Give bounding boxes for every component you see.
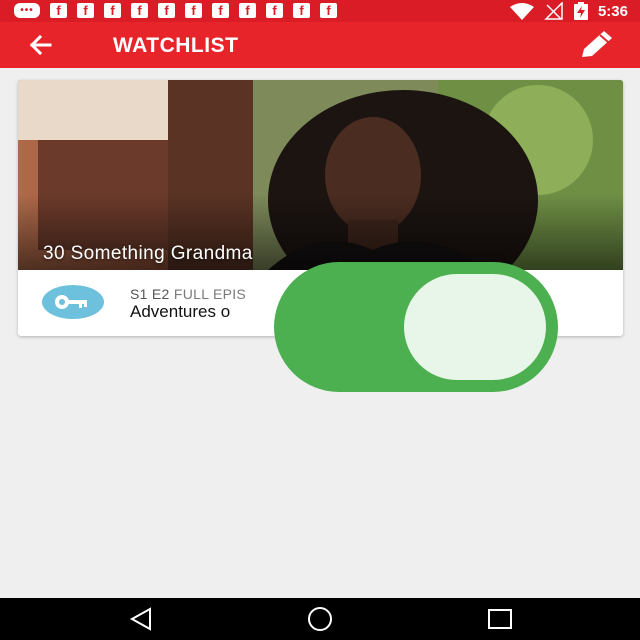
toggle-knob[interactable] [404,274,546,380]
facebook-icon: f [293,3,310,18]
facebook-icon: f [77,3,94,18]
episode-name: Adventures o [130,302,231,321]
page-title: WATCHLIST [113,34,239,57]
nav-recents-button[interactable] [485,606,515,632]
nav-back-button[interactable] [126,606,156,632]
facebook-icon: f [104,3,121,18]
edit-button[interactable] [578,29,618,61]
facebook-icon: f [266,3,283,18]
no-signal-icon [544,2,563,20]
navigation-bar [0,598,640,640]
pencil-icon [582,31,612,57]
facebook-icon: f [239,3,256,18]
key-icon [55,295,87,309]
show-thumbnail-image [18,80,623,270]
battery-charging-icon [573,2,588,20]
key-badge [42,285,104,319]
notification-icons: ••• f f f f f f f f f f f [14,3,337,18]
facebook-icon: f [320,3,337,18]
home-icon [308,607,332,631]
episode-code: S1 E2 [130,286,170,302]
episode-code-line: S1 E2 FULL EPIS [130,286,246,302]
recents-icon [488,609,512,629]
show-title: 30 Something Grandma [43,243,253,264]
back-button[interactable] [26,31,58,59]
back-icon [129,607,151,631]
facebook-icon: f [185,3,202,18]
wifi-icon [509,2,534,20]
show-thumbnail[interactable]: 30 Something Grandma [18,80,623,270]
episode-type: FULL EPIS [173,286,247,302]
status-time: 5:36 [597,2,628,20]
toggle-switch[interactable] [274,262,558,392]
message-icon: ••• [14,3,40,18]
nav-home-button[interactable] [305,606,335,632]
facebook-icon: f [158,3,175,18]
back-arrow-icon [29,34,52,56]
status-bar: ••• f f f f f f f f f f f 5:36 [0,0,640,22]
app-bar: WATCHLIST [0,22,640,68]
facebook-icon: f [50,3,67,18]
facebook-icon: f [131,3,148,18]
facebook-icon: f [212,3,229,18]
